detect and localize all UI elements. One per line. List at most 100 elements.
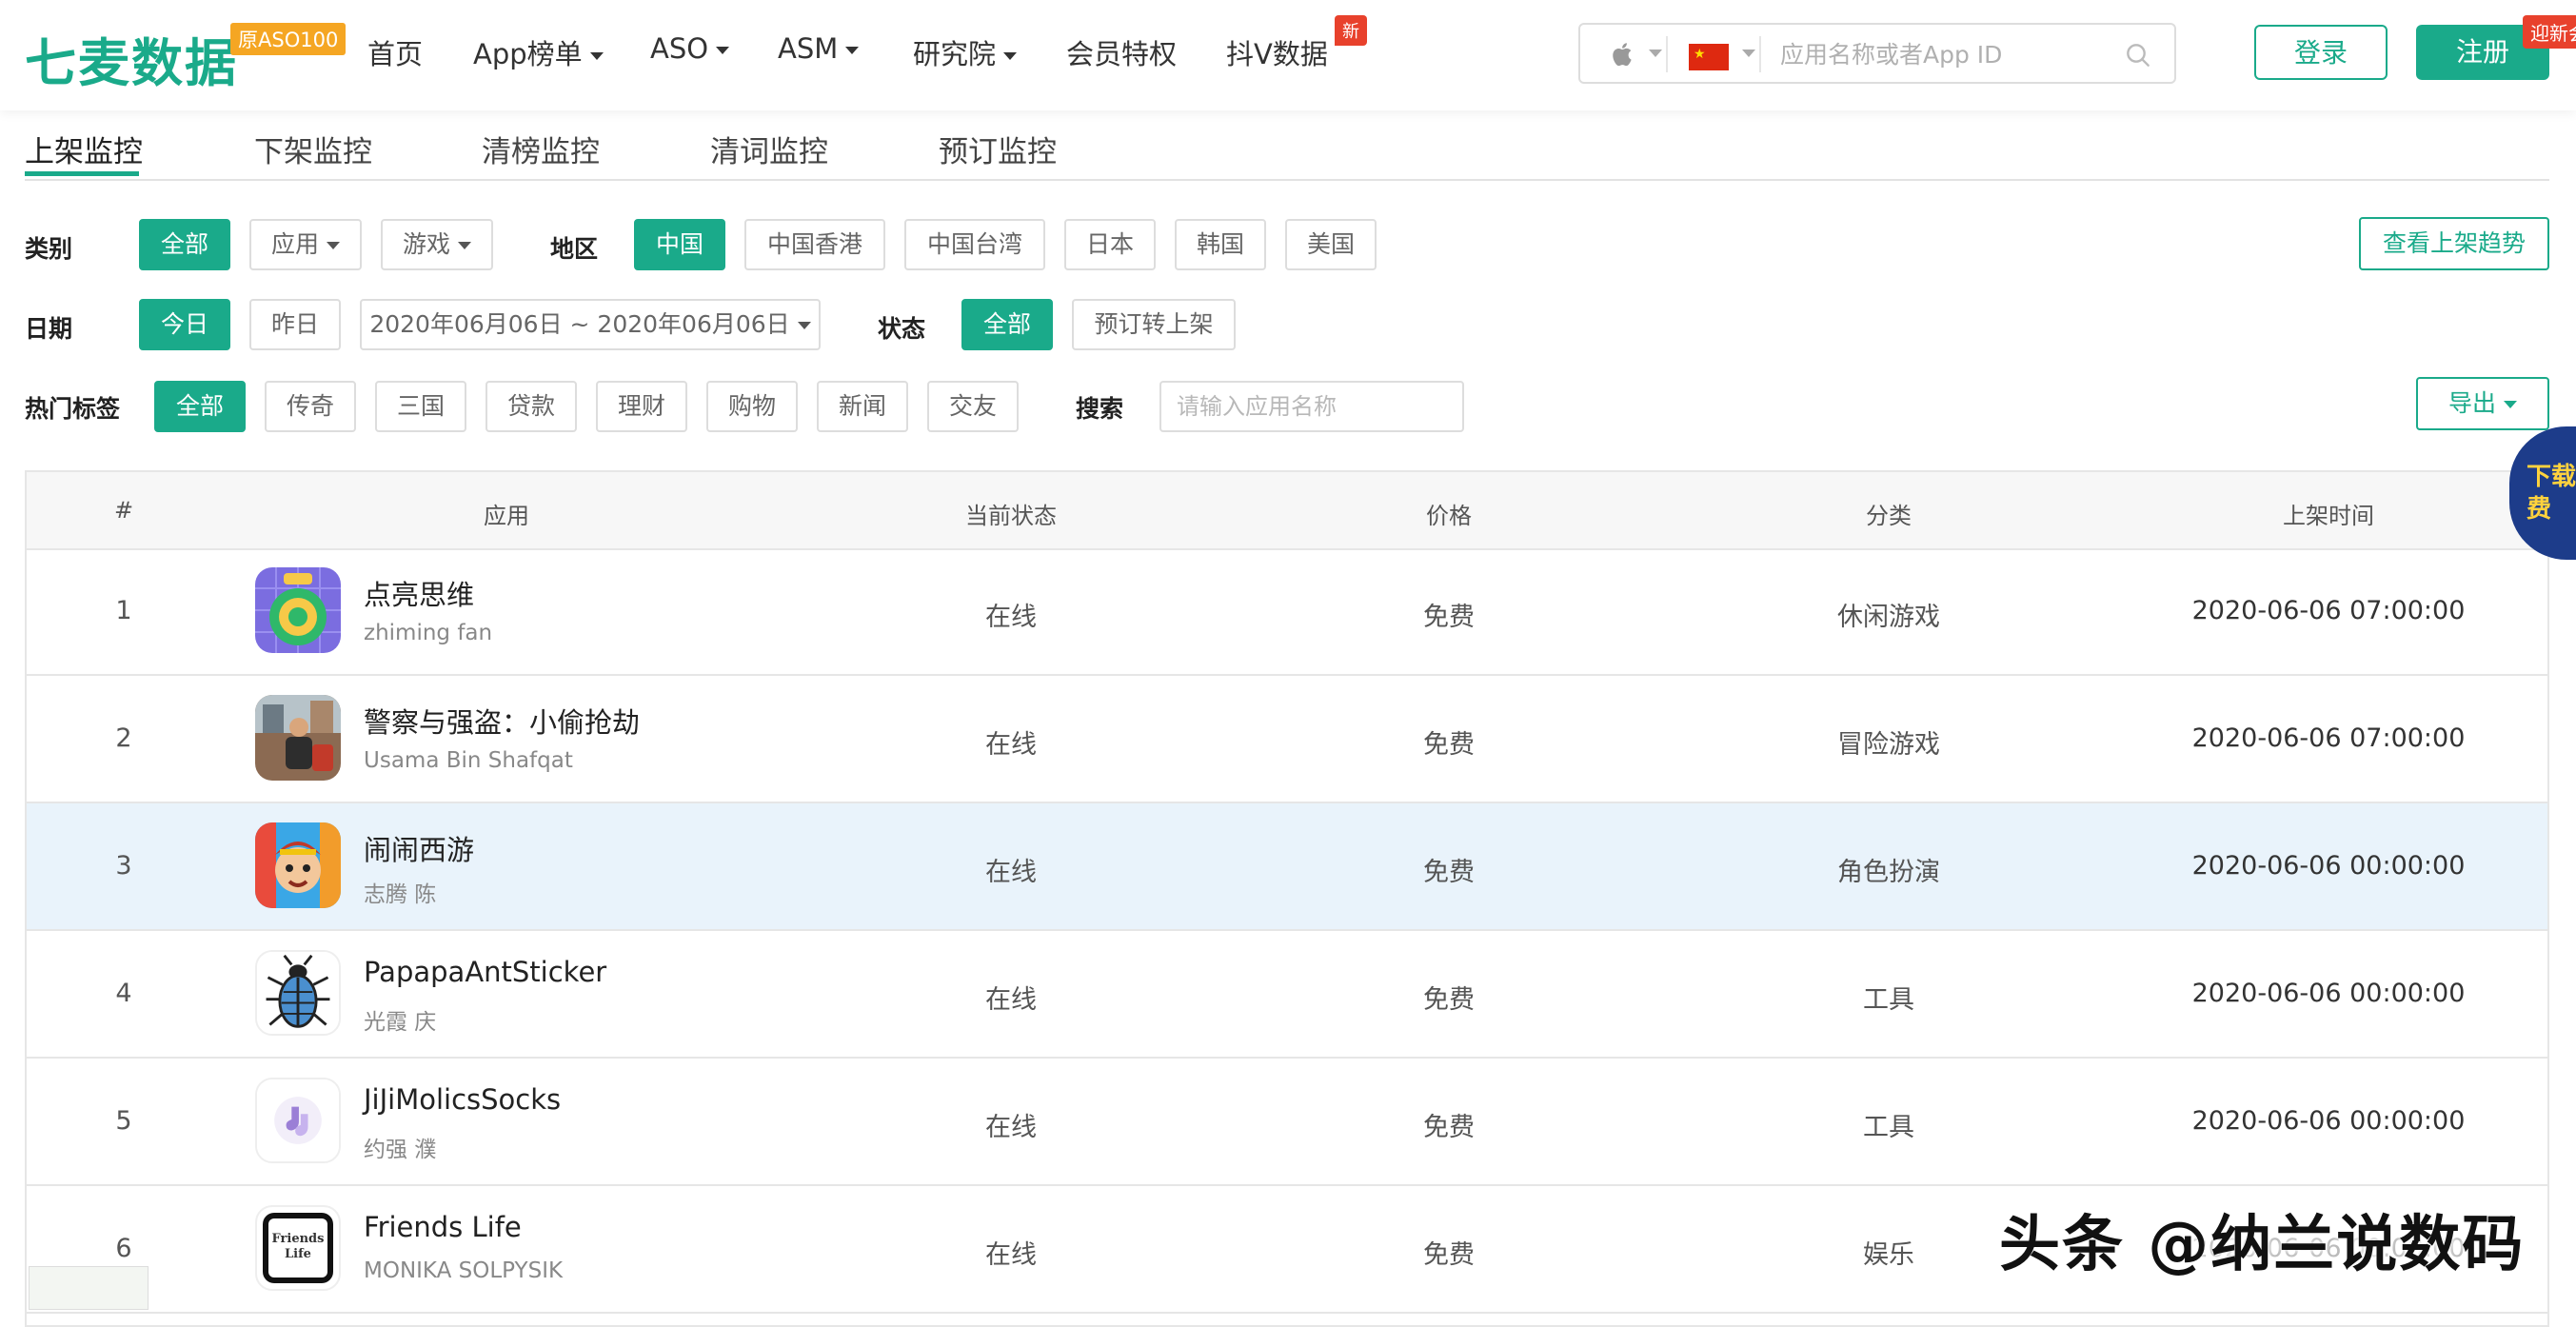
status-cell: 在线	[985, 985, 1037, 1015]
tag-shopping-chip[interactable]: 购物	[706, 381, 798, 432]
status-preorder-to-listed-chip[interactable]: 预订转上架	[1072, 299, 1236, 350]
status-label: 状态	[878, 315, 926, 343]
chevron-down-icon	[589, 52, 604, 60]
search-divider	[1759, 36, 1761, 72]
app-name[interactable]: 闹闹西游	[364, 828, 474, 868]
category-cell: 娱乐	[1863, 1240, 1914, 1270]
tab-keyword-clear-monitor[interactable]: 清词监控	[710, 128, 828, 170]
rank-cell: 5	[115, 1106, 132, 1136]
site-logo[interactable]: 七麦数据	[25, 21, 238, 96]
listing-time-cell: 2020-06-06 07:00:00	[2191, 723, 2466, 753]
nav-douv-data[interactable]: 抖V数据	[1226, 32, 1328, 72]
date-range-picker[interactable]: 2020年06月06日 ~ 2020年06月06日	[360, 299, 821, 350]
region-taiwan-chip[interactable]: 中国台湾	[904, 219, 1045, 270]
tab-chart-clear-monitor[interactable]: 清榜监控	[482, 128, 600, 170]
price-cell: 免费	[1423, 1113, 1475, 1142]
nav-home-label: 首页	[367, 38, 424, 70]
search-label: 搜索	[1076, 395, 1124, 423]
table-row[interactable]: 3 闹闹西游 志腾 陈 在线 免费 角色扮演 2020-06-06 00:00:…	[27, 803, 2547, 931]
corner-thumbnail[interactable]	[29, 1266, 149, 1310]
table-row[interactable]: 2 警察与强盗：小偷抢劫 Usama Bin Shafqat 在线 免费 冒险游…	[27, 676, 2547, 803]
china-flag-icon[interactable]: ★	[1689, 44, 1729, 70]
category-apps-dropdown[interactable]: 应用	[249, 219, 362, 270]
tab-divider	[25, 179, 2549, 181]
app-developer: MONIKA SOLPYSIK	[364, 1258, 564, 1283]
category-cell: 休闲游戏	[1837, 603, 1940, 632]
app-name[interactable]: JiJiMolicsSocks	[364, 1083, 561, 1116]
app-name[interactable]: Friends Life	[364, 1211, 522, 1243]
brain-game-icon	[255, 567, 341, 653]
tag-news-chip[interactable]: 新闻	[817, 381, 908, 432]
price-cell: 免费	[1423, 985, 1475, 1015]
nav-membership[interactable]: 会员特权	[1066, 32, 1177, 72]
hot-tags-label: 热门标签	[25, 395, 121, 423]
active-tab-indicator	[25, 171, 139, 176]
apple-icon[interactable]	[1609, 40, 1637, 69]
nav-asm[interactable]: ASM	[778, 32, 860, 65]
category-all-chip[interactable]: 全部	[139, 219, 230, 270]
app-icon-ant-sticker[interactable]	[255, 950, 341, 1036]
app-icon-journey-west[interactable]	[255, 822, 341, 908]
app-icon-socks[interactable]	[255, 1078, 341, 1163]
table-row[interactable]: 5 JiJiMolicsSocks 约强 濮 在线 免费 工具 2020-06-…	[27, 1059, 2547, 1186]
app-name-search-input[interactable]	[1159, 381, 1464, 432]
app-developer: zhiming fan	[364, 621, 493, 645]
nav-aso-label: ASO	[650, 32, 709, 65]
nav-membership-label: 会员特权	[1066, 38, 1178, 70]
app-icon-cops-robbers[interactable]	[255, 695, 341, 781]
chevron-down-icon	[845, 47, 860, 54]
listing-time-cell: 2020-06-06 00:00:00	[2191, 851, 2466, 881]
price-cell: 免费	[1423, 603, 1475, 632]
app-icon-friends-life[interactable]: Friends Life	[255, 1205, 341, 1291]
export-dropdown-button[interactable]: 导出	[2416, 377, 2549, 430]
app-search-input[interactable]	[1778, 34, 2125, 74]
tab-preorder-monitor[interactable]: 预订监控	[939, 128, 1057, 170]
table-row[interactable]: 1 点亮思维 zhiming fan 在线 免费 休闲游戏 2020-06-06…	[27, 548, 2547, 676]
app-developer: 约强 濮	[364, 1138, 437, 1162]
app-name[interactable]: 警察与强盗：小偷抢劫	[364, 701, 640, 741]
welcome-badge: 迎新会	[2523, 15, 2576, 49]
region-korea-chip[interactable]: 韩国	[1175, 219, 1266, 270]
tag-loans-chip[interactable]: 贷款	[485, 381, 577, 432]
monkey-king-icon	[255, 822, 341, 908]
nav-app-ranking[interactable]: App榜单	[473, 32, 604, 72]
nav-home[interactable]: 首页	[367, 32, 423, 72]
region-dropdown-caret[interactable]	[1742, 50, 1755, 57]
search-icon[interactable]	[2123, 40, 2153, 70]
tag-three-kingdoms-chip[interactable]: 三国	[375, 381, 466, 432]
rank-cell: 6	[115, 1234, 132, 1263]
nav-research[interactable]: 研究院	[913, 32, 1018, 72]
tab-listing-monitor[interactable]: 上架监控	[25, 128, 143, 170]
new-badge: 新	[1335, 15, 1367, 46]
region-china-chip[interactable]: 中国	[634, 219, 725, 270]
date-label: 日期	[25, 315, 73, 343]
nav-douv-label: 抖V数据	[1226, 38, 1328, 70]
category-games-dropdown[interactable]: 游戏	[381, 219, 493, 270]
nav-aso[interactable]: ASO	[650, 32, 730, 65]
rank-cell: 3	[115, 851, 132, 881]
table-row[interactable]: 4 PapapaAntSticker 光霞 庆 在线 免费 工具 2020-06…	[27, 931, 2547, 1059]
app-name[interactable]: PapapaAntSticker	[364, 956, 606, 988]
region-japan-chip[interactable]: 日本	[1064, 219, 1156, 270]
global-search-box: ★	[1578, 23, 2176, 84]
date-yesterday-chip[interactable]: 昨日	[249, 299, 341, 350]
app-developer: 光霞 庆	[364, 1010, 437, 1035]
col-header-listing-time: 上架时间	[2283, 503, 2374, 529]
platform-dropdown-caret[interactable]	[1649, 50, 1662, 57]
tag-legend-chip[interactable]: 传奇	[265, 381, 356, 432]
tag-finance-chip[interactable]: 理财	[596, 381, 687, 432]
col-header-status: 当前状态	[965, 503, 1057, 529]
app-name[interactable]: 点亮思维	[364, 573, 474, 613]
login-button[interactable]: 登录	[2254, 25, 2388, 80]
region-usa-chip[interactable]: 美国	[1285, 219, 1377, 270]
tab-delisting-monitor[interactable]: 下架监控	[254, 128, 372, 170]
date-today-chip[interactable]: 今日	[139, 299, 230, 350]
status-all-chip[interactable]: 全部	[961, 299, 1053, 350]
rank-cell: 2	[115, 723, 132, 753]
region-hongkong-chip[interactable]: 中国香港	[744, 219, 885, 270]
app-icon-brain-game[interactable]	[255, 567, 341, 653]
tag-all-chip[interactable]: 全部	[154, 381, 246, 432]
view-listing-trend-button[interactable]: 查看上架趋势	[2359, 217, 2549, 270]
chevron-down-icon	[458, 242, 471, 249]
tag-social-chip[interactable]: 交友	[927, 381, 1019, 432]
